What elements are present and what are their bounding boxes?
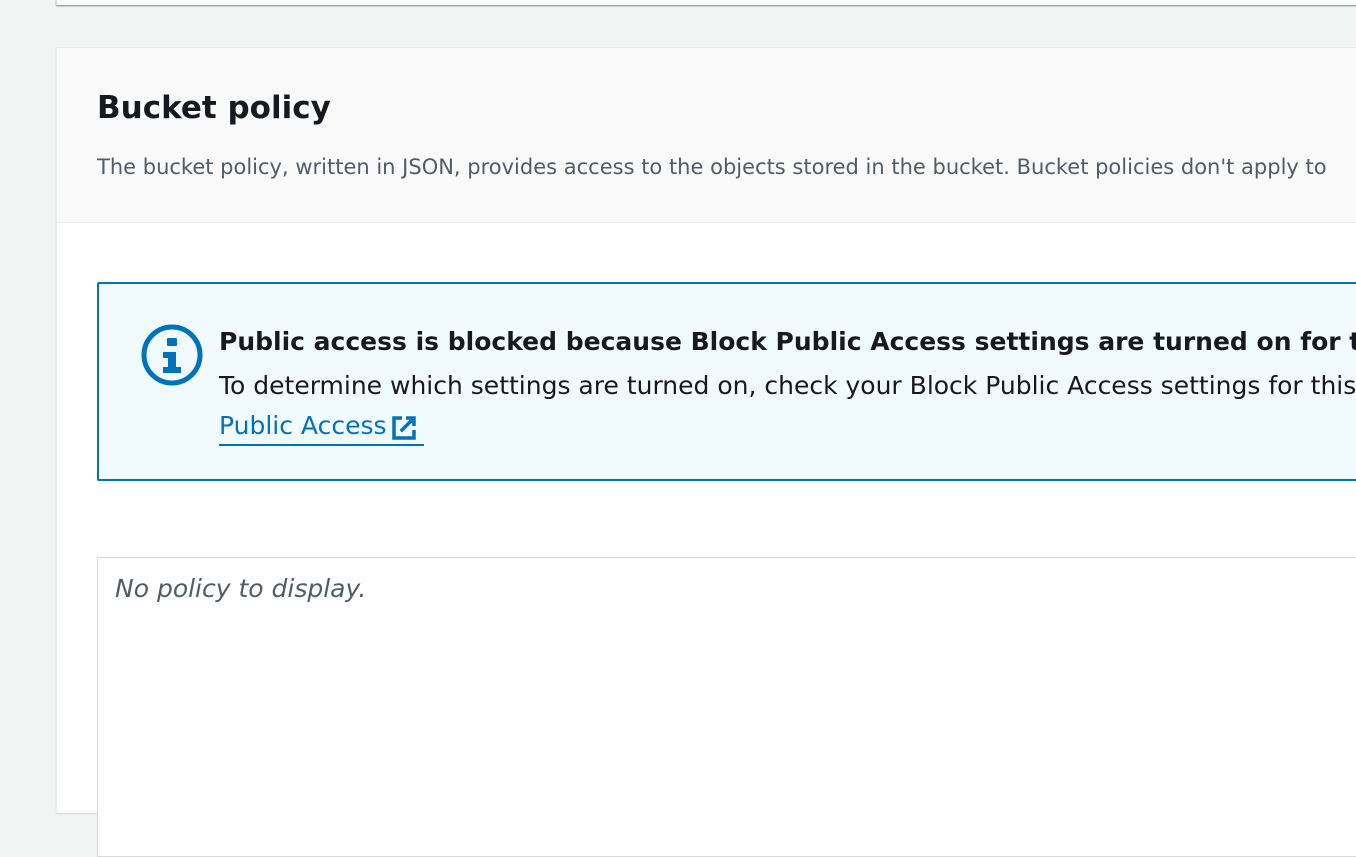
bucket-policy-header: Bucket policy The bucket policy, written… [57,48,1356,223]
alert-content: Public access is blocked because Block P… [219,320,1356,446]
alert-body: To determine which settings are turned o… [219,371,1356,400]
bucket-policy-description: The bucket policy, written in JSON, prov… [97,155,1327,179]
external-link-icon [390,412,418,440]
policy-viewer: No policy to display. [97,557,1356,857]
info-icon [139,322,205,388]
alert-title: Public access is blocked because Block P… [219,327,1356,356]
public-access-info-alert: Public access is blocked because Block P… [97,282,1356,481]
bucket-policy-container: Bucket policy The bucket policy, written… [56,47,1356,857]
public-access-link-label: Public Access [219,411,387,440]
bucket-policy-title: Bucket policy [97,90,331,126]
empty-policy-message: No policy to display. [115,574,367,603]
public-access-link[interactable]: Public Access [219,408,424,446]
previous-section-card [56,0,1356,5]
